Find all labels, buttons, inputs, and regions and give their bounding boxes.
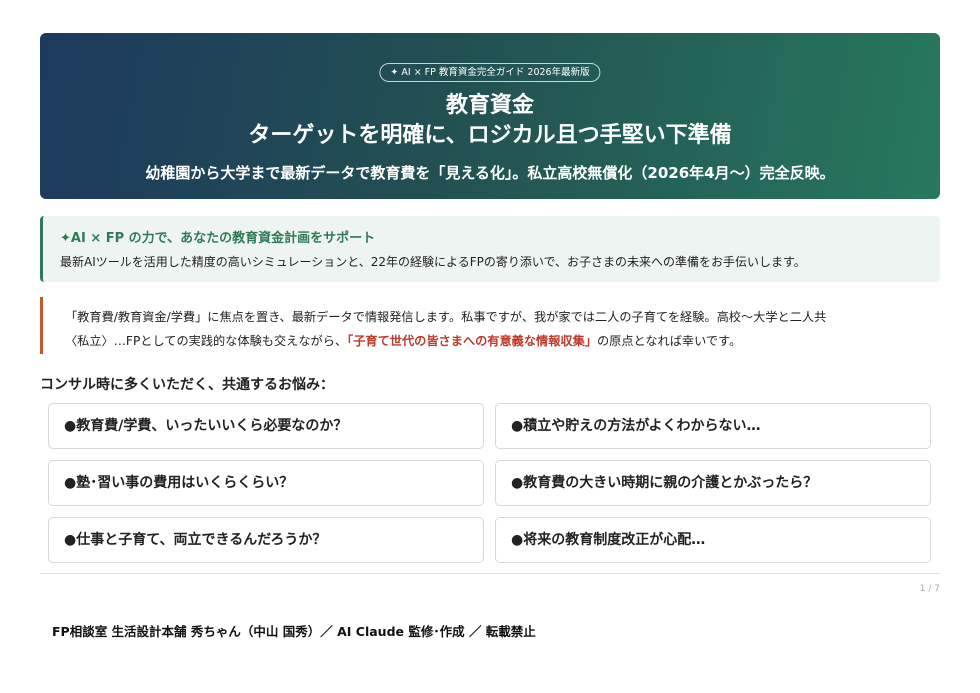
- hero-banner: ✦ AI × FP 教育資金完全ガイド 2026年最新版 教育資金 ターゲットを…: [40, 33, 940, 199]
- intro-line-2-end: の原点となれば幸いです。: [596, 334, 742, 348]
- concern-card: ●積立や貯えの方法がよくわからない…: [495, 403, 931, 449]
- concern-card: ●教育費/学費、いったいいくら必要なのか？: [48, 403, 484, 449]
- intro-line-1: 「教育費/教育資金/学費」に焦点を置き、最新データで情報発信します。私事ですが、…: [65, 310, 827, 324]
- concern-card: ●塾･習い事の費用はいくらくらい？: [48, 460, 484, 506]
- intro-highlight: 「子育て世代の皆さまへの有意義な情報収集」: [347, 334, 597, 348]
- footer-credit: FP相談室 生活設計本舗 秀ちゃん（中山 国秀）／ AI Claude 監修･作…: [52, 624, 536, 639]
- title-line-1: 教育資金: [445, 93, 534, 118]
- concern-card: ●仕事と子育て、両立できるんだろうか？: [48, 517, 484, 563]
- intro-line-2: 〈私立〉…FPとしての実践的な体験も交えながら、「子育て世代の皆さまへの有意義な…: [65, 329, 940, 353]
- callout-heading: ✦AI × FP の力で、あなたの教育資金計画をサポート: [60, 231, 376, 246]
- page-title: 教育資金 ターゲットを明確に、ロジカル且つ手堅い下準備: [40, 91, 940, 151]
- callout-body: 最新AIツールを活用した精度の高いシミュレーションと、22年の経験によるFPの寄…: [60, 255, 806, 269]
- title-line-2: ターゲットを明確に、ロジカル且つ手堅い下準備: [248, 123, 732, 148]
- concerns-heading: コンサル時に多くいただく、共通するお悩み：: [40, 377, 334, 393]
- concern-card: ●教育費の大きい時期に親の介護とかぶったら？: [495, 460, 931, 506]
- intro-line-2-start: 〈私立〉…FPとしての実践的な体験も交えながら、: [65, 334, 348, 348]
- page-number: 1 / 7: [919, 584, 940, 594]
- hero-subtitle: 幼稚園から大学まで最新データで教育費を「見える化」。私立高校無償化（2026年4…: [145, 164, 835, 182]
- concern-card: ●将来の教育制度改正が心配…: [495, 517, 931, 563]
- ai-fp-callout: ✦AI × FP の力で、あなたの教育資金計画をサポート 最新AIツールを活用し…: [40, 216, 940, 282]
- guide-badge: ✦ AI × FP 教育資金完全ガイド 2026年最新版: [379, 63, 601, 82]
- intro-paragraph: 「教育費/教育資金/学費」に焦点を置き、最新データで情報発信します。私事ですが、…: [40, 297, 940, 354]
- divider: [40, 573, 940, 574]
